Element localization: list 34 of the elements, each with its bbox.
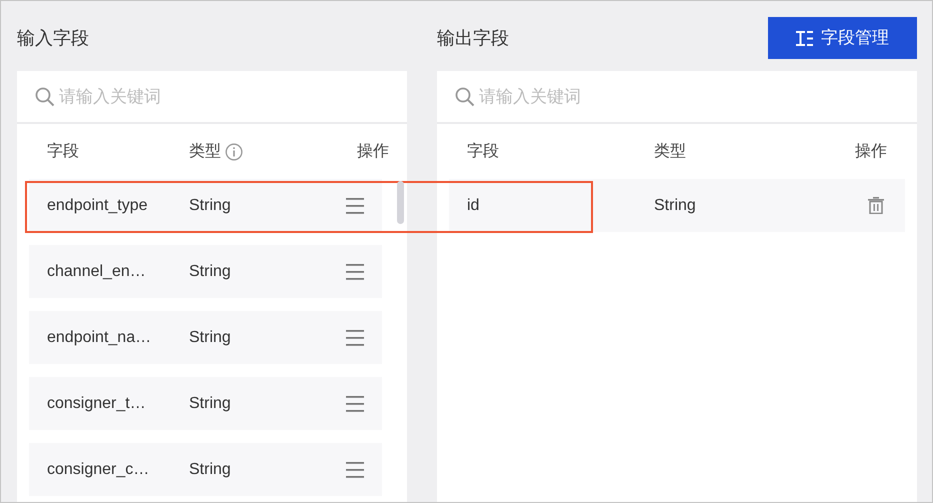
menu-icon[interactable] — [346, 460, 364, 478]
action-column-header: 操作 — [855, 142, 887, 162]
field-name: consigner_t… — [47, 394, 147, 414]
field-name: id — [467, 196, 480, 216]
field-column-header: 字段 — [47, 142, 79, 162]
action-column-header: 操作 — [357, 142, 389, 162]
search-field[interactable]: 请输入关键词 — [59, 84, 259, 110]
menu-icon[interactable] — [346, 328, 364, 346]
info-icon[interactable] — [225, 142, 243, 160]
field-name: consigner_c… — [47, 460, 150, 480]
field-type: String — [189, 328, 231, 348]
type-column-header: 类型 — [189, 142, 221, 162]
field-name: endpoint_type — [47, 196, 149, 216]
scrollbar[interactable] — [397, 181, 404, 224]
field-name: channel_en… — [47, 262, 147, 282]
field-name: endpoint_na… — [47, 328, 152, 348]
field-column-header: 字段 — [467, 142, 499, 162]
input-fields-title: 输入字段 — [17, 26, 89, 50]
search-field[interactable]: 请输入关键词 — [479, 84, 679, 110]
field-type: String — [189, 460, 231, 480]
delete-icon[interactable] — [868, 197, 884, 214]
field-management-button[interactable]: 字段管理 — [768, 17, 917, 59]
search-icon — [455, 86, 475, 106]
field-type: String — [189, 196, 231, 216]
search-icon — [35, 86, 55, 106]
field-type: String — [189, 262, 231, 282]
menu-icon[interactable] — [346, 394, 364, 412]
field-type: String — [654, 196, 696, 216]
type-column-header: 类型 — [654, 142, 686, 162]
output-fields-title: 输出字段 — [437, 26, 509, 50]
field-list-icon — [796, 30, 813, 46]
field-type: String — [189, 394, 231, 414]
menu-icon[interactable] — [346, 196, 364, 214]
menu-icon[interactable] — [346, 262, 364, 280]
